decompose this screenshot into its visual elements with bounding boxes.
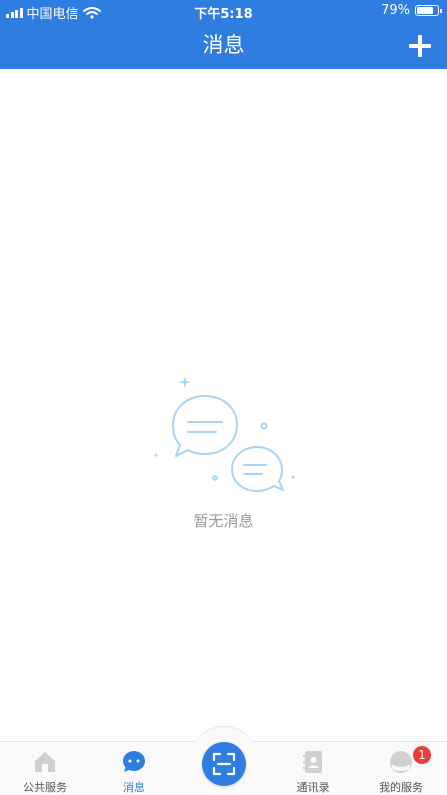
house-icon (35, 752, 55, 772)
battery-icon (415, 5, 442, 16)
tab-label: 我的服务 (379, 781, 423, 794)
tab-label: 公共服务 (23, 781, 67, 794)
scan-icon (212, 752, 236, 776)
contacts-icon (303, 751, 322, 773)
chat-bubbles-icon (153, 376, 295, 492)
message-icon (123, 751, 145, 772)
tab-messages[interactable]: 消息 (94, 750, 174, 795)
page-title: 消息 (202, 33, 245, 57)
tab-contacts[interactable]: 通讯录 (273, 750, 353, 795)
scan-button[interactable] (202, 742, 246, 786)
empty-state-text: 暂无消息 (193, 512, 254, 530)
profile-icon (390, 751, 412, 773)
battery-percent: 79% (381, 3, 410, 18)
tab-public-services[interactable]: 公共服务 (5, 750, 85, 795)
add-button[interactable] (407, 33, 433, 59)
tab-label: 消息 (123, 781, 145, 794)
header: 中国电信 下午5:18 79% 消息 (0, 0, 447, 69)
tab-label: 通讯录 (296, 781, 330, 794)
status-bar: 中国电信 下午5:18 79% (0, 0, 447, 22)
status-right: 79% (381, 3, 442, 18)
notification-badge: 1 (413, 746, 431, 764)
status-time: 下午5:18 (194, 7, 253, 22)
